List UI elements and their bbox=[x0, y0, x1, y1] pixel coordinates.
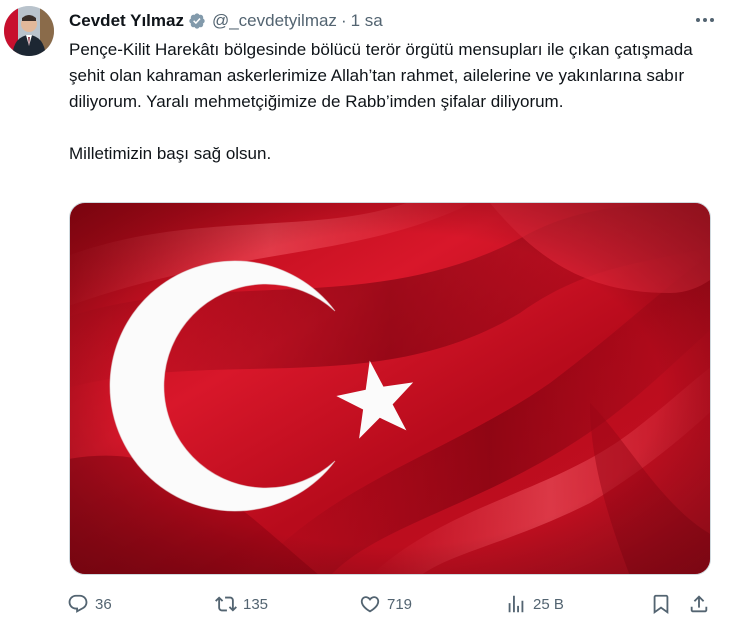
more-options-icon[interactable] bbox=[693, 10, 717, 30]
bookmark-button[interactable] bbox=[650, 590, 672, 618]
tweet-text-paragraph: Milletimizin başı sağ olsun. bbox=[69, 144, 272, 163]
handle[interactable]: @_cevdetyilmaz bbox=[212, 11, 337, 31]
avatar[interactable] bbox=[4, 6, 54, 56]
views-button[interactable]: 25 B bbox=[505, 590, 564, 618]
share-button[interactable] bbox=[688, 590, 710, 618]
retweet-button[interactable]: 135 bbox=[215, 590, 268, 618]
timestamp[interactable]: 1 sa bbox=[351, 11, 383, 31]
share-icon bbox=[690, 595, 708, 613]
retweet-icon bbox=[215, 596, 237, 612]
retweet-count: 135 bbox=[243, 595, 269, 613]
reply-button[interactable]: 36 bbox=[67, 590, 112, 618]
heart-icon bbox=[360, 596, 380, 613]
like-count: 719 bbox=[387, 595, 413, 613]
reply-icon bbox=[68, 594, 88, 613]
separator-dot: · bbox=[340, 11, 347, 30]
verified-badge-icon[interactable] bbox=[188, 12, 206, 30]
reply-count: 36 bbox=[95, 595, 112, 613]
bookmark-icon bbox=[653, 594, 669, 615]
display-name[interactable]: Cevdet Yılmaz bbox=[69, 11, 184, 31]
tweet-actions: 36 135 719 25 B bbox=[67, 590, 717, 618]
view-count: 25 B bbox=[533, 595, 564, 613]
tweet-header: Cevdet Yılmaz @_cevdetyilmaz · 1 sa bbox=[69, 10, 383, 32]
tweet[interactable]: Cevdet Yılmaz @_cevdetyilmaz · 1 sa Penç… bbox=[0, 0, 739, 636]
avatar-image bbox=[4, 6, 54, 56]
tweet-text: Pençe-Kilit Harekâtı bölgesinde bölücü t… bbox=[69, 37, 725, 167]
analytics-icon bbox=[508, 595, 524, 613]
tweet-text-paragraph: Pençe-Kilit Harekâtı bölgesinde bölücü t… bbox=[69, 40, 693, 111]
turkish-flag-image bbox=[70, 203, 710, 574]
like-button[interactable]: 719 bbox=[359, 590, 412, 618]
tweet-media[interactable] bbox=[69, 202, 711, 575]
